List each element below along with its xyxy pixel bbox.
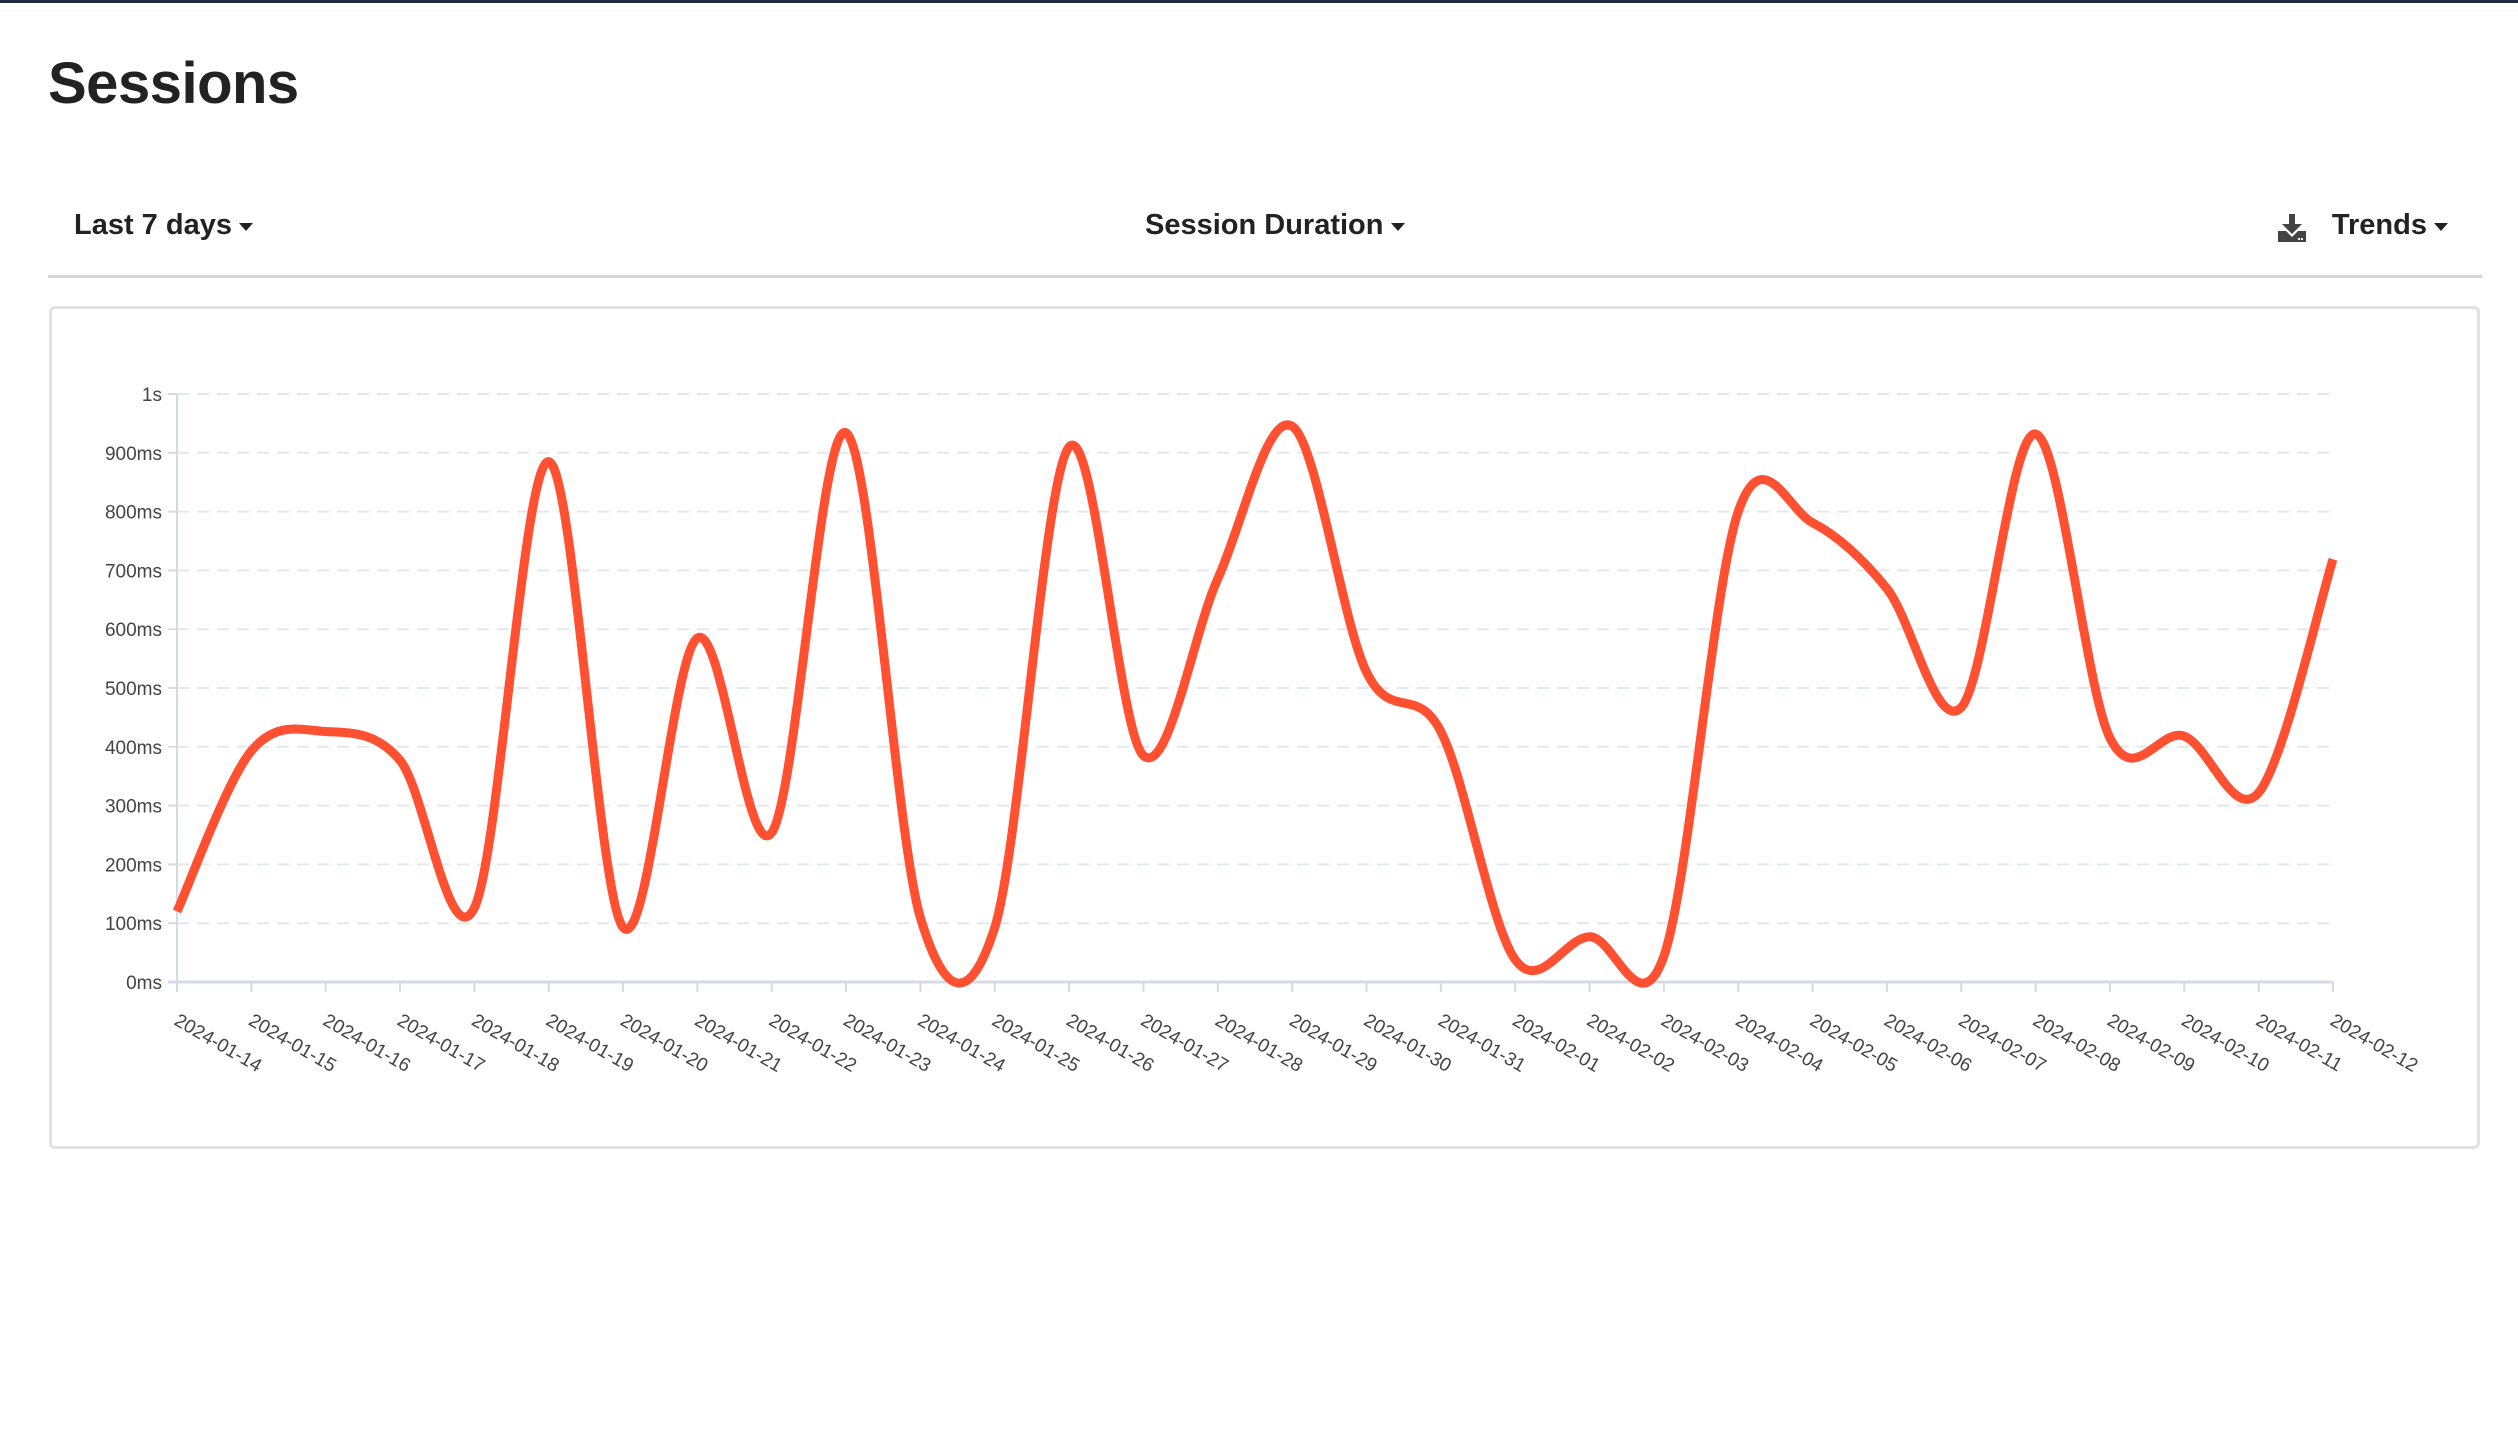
y-tick-label: 800ms [105,503,162,524]
y-tick-label: 0ms [126,973,162,994]
chart-card: 0ms 100ms 200ms 300ms 400ms 500ms 600ms 700ms 80… [49,306,2480,1149]
trends-dropdown[interactable]: Trends [2332,209,2448,242]
caret-down-icon [1390,223,1405,231]
download-icon[interactable] [2277,213,2307,243]
date-range-dropdown[interactable]: Last 7 days [74,209,253,242]
line-chart: 0ms 100ms 200ms 300ms 400ms 500ms 600ms 700ms 80… [105,385,2421,1077]
y-tick-label: 900ms [105,444,162,465]
y-tick-label: 300ms [105,797,162,818]
axes: 0ms 100ms 200ms 300ms 400ms 500ms 600ms 700ms 80… [105,385,2421,1077]
page-title: Sessions [48,51,299,116]
metric-label: Session Duration [1145,209,1384,241]
y-tick-label: 1s [142,385,162,406]
y-tick-label: 100ms [105,914,162,935]
top-nav-bar [0,0,2518,3]
trends-label: Trends [2331,209,2427,241]
y-tick-label: 500ms [105,679,162,700]
caret-down-icon [2434,223,2448,231]
y-tick-label: 400ms [105,738,162,759]
y-tick-label: 600ms [105,620,162,641]
series-layer [172,420,2338,988]
metric-dropdown[interactable]: Session Duration [1145,209,1405,242]
chart-toolbar: Last 7 days Session Duration Trends [48,195,2482,278]
y-tick-label: 700ms [105,561,162,582]
series-line-0 [172,420,2338,988]
caret-down-icon [238,223,253,231]
y-tick-label: 200ms [105,855,162,876]
x-tick-label: 2024-02-12 [2327,1010,2422,1077]
date-range-label: Last 7 days [74,209,232,241]
